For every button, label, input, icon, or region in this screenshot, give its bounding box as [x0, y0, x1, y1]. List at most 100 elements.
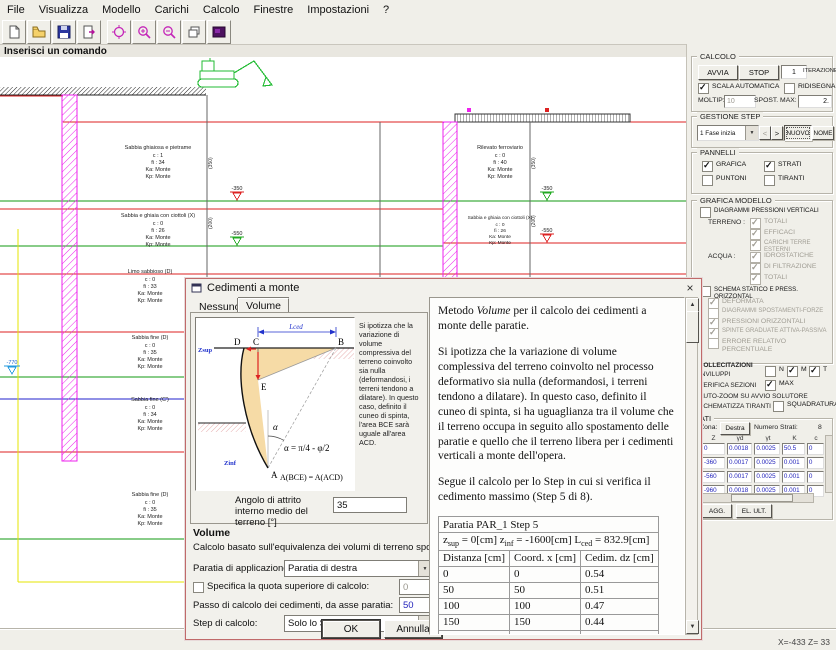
zinf-label: Zinf [224, 460, 237, 467]
table-caption: Paratia PAR_1 Step 5 [439, 517, 659, 533]
diagram-side-text: Si ipotizza che la variazione di volume … [359, 321, 423, 447]
layer-fi: fi : 33 [143, 284, 156, 290]
t-checkbox[interactable]: T [809, 366, 827, 377]
nuovo-button[interactable]: NUOVO [784, 125, 812, 141]
zoom-out-button[interactable] [157, 20, 181, 44]
render-image-button[interactable] [207, 20, 231, 44]
save-button[interactable] [52, 20, 76, 44]
m-checkbox[interactable]: M [787, 366, 807, 377]
menu-item[interactable]: Calcolo [196, 2, 247, 18]
strati-hscrollbar[interactable] [702, 493, 814, 503]
menu-item[interactable]: Finestre [247, 2, 301, 18]
verifica-sezioni-label: VERIFICA SEZIONI [699, 382, 756, 389]
layer-name: Sabbia fine (D) [132, 335, 169, 341]
level-marker-left-550: -550 [230, 231, 244, 245]
step-prev-button[interactable]: < [759, 126, 771, 140]
menu-item[interactable]: ? [376, 2, 396, 18]
layer-kp: Kp: Monte [137, 426, 162, 432]
n-checkbox[interactable]: N [765, 366, 784, 377]
chevron-down-icon[interactable]: ▼ [745, 126, 758, 140]
layer-c: c : 1 [153, 153, 163, 159]
moltip-field[interactable]: 10 [724, 95, 756, 108]
grafica-modello-title: GRAFICA MODELLO [697, 196, 775, 205]
strati-checkbox[interactable]: STRATI [764, 161, 802, 172]
cascade-windows-icon [186, 24, 202, 40]
step-next-button[interactable]: > [771, 126, 783, 140]
layer-c: c : 0 [495, 222, 504, 228]
point-c: C [253, 337, 259, 347]
angolo-label: Angolo di attrito interno medio del terr… [235, 495, 331, 528]
puntoni-checkbox[interactable]: PUNTONI [702, 175, 746, 186]
spost-max-field[interactable]: 2. [798, 95, 832, 108]
new-document-button[interactable] [2, 20, 26, 44]
open-button[interactable] [27, 20, 51, 44]
menu-item[interactable]: Visualizza [32, 2, 95, 18]
menu-item[interactable]: File [0, 2, 32, 18]
formula-area: A(BCE) = A(ACD) [280, 473, 343, 482]
layer-c: c : 0 [153, 221, 163, 227]
strati-row[interactable]: -560 0.0017 0.0025 0.001 0 [702, 471, 824, 483]
step-dropdown[interactable]: 1 Fase inizia▼ [697, 125, 759, 141]
dialog-scrollbar[interactable]: ▲ ▼ [685, 297, 698, 635]
strati-headers: Z γd γt K c [702, 435, 824, 442]
method-paragraph-2: Si ipotizza che la variazione di volume … [438, 345, 676, 465]
layer-fi: fi : 34 [151, 160, 164, 166]
squadratura-checkbox[interactable]: SQUADRATURA [773, 401, 836, 412]
grafica-checkbox[interactable]: GRAFICA [702, 161, 746, 172]
quota-checkbox[interactable]: Specifica la quota superiore di calcolo: [193, 582, 369, 593]
zoom-in-button[interactable] [132, 20, 156, 44]
acqua-label: ACQUA : [708, 253, 736, 260]
pan-origin-button[interactable] [107, 20, 131, 44]
avvia-button[interactable]: AVVIA [698, 65, 738, 80]
nome-button[interactable]: NOME [812, 126, 834, 140]
idrostatiche-checkbox: IDROSTATICHE [750, 252, 814, 263]
layer-label-left-4: Sabbia fine (D) c : 0 fi : 35 Ka: Monte … [132, 335, 169, 370]
cascade-windows-button[interactable] [182, 20, 206, 44]
zona-button[interactable]: Destra [720, 422, 750, 435]
tiranti-checkbox[interactable]: TIRANTI [764, 175, 804, 186]
strati-vscrollbar[interactable] [825, 435, 833, 493]
svg-text:-350: -350 [541, 186, 552, 192]
inviluppi-label: INVILUPPI [699, 371, 730, 378]
menu-item[interactable]: Modello [95, 2, 148, 18]
auxiliary-lines [18, 229, 186, 582]
close-icon[interactable]: × [683, 281, 697, 295]
strati-row[interactable]: -360 0.0017 0.0025 0.001 0 [702, 457, 824, 469]
layer-kp: Kp: Monte [145, 242, 170, 248]
layer-ka: Ka: Monte [145, 235, 170, 241]
level-marker-right-350: -350 [540, 186, 554, 200]
layer-label-left-2: Sabbia e ghiaia con ciottoli (X) c : 0 f… [121, 213, 195, 248]
layer-ka: Ka: Monte [489, 234, 511, 240]
scrollbar-thumb[interactable] [686, 311, 699, 343]
max-checkbox[interactable]: MAX [765, 380, 794, 391]
table-row: 000.54 [439, 566, 659, 582]
dialog-titlebar[interactable]: Cedimenti a monte [186, 279, 701, 297]
el-ult-button[interactable]: EL. ULT. [736, 504, 772, 518]
menu-item[interactable]: Carichi [148, 2, 196, 18]
layer-name: Sabbia fine (D) [132, 492, 169, 498]
layer-c: c : 0 [145, 343, 155, 349]
new-document-icon [6, 24, 22, 40]
angolo-field[interactable]: 35 [333, 497, 407, 513]
layer-ka: Ka: Monte [145, 167, 170, 173]
excavator-drawing [198, 58, 272, 87]
level-marker-left-350: -350 [230, 186, 244, 200]
layer-c: c : 0 [145, 500, 155, 506]
strati-row[interactable]: 0 0.0018 0.0025 50.5 0 [702, 443, 824, 455]
stop-button[interactable]: STOP [739, 65, 779, 80]
paratia-label: Paratia di applicazione: [193, 563, 291, 574]
layer-ka: Ka: Monte [137, 419, 162, 425]
scroll-up-icon[interactable]: ▲ [686, 298, 699, 312]
scala-automatica-checkbox[interactable]: SCALA AUTOMATICA [698, 83, 779, 94]
calcolo-group: CALCOLO AVVIA STOP 1 ITERAZIONE SCALA AU… [691, 56, 833, 112]
scroll-down-icon[interactable]: ▼ [686, 620, 699, 634]
menu-item[interactable]: Impostazioni [300, 2, 376, 18]
agg-button[interactable]: AGG. [702, 504, 732, 518]
paratia-dropdown[interactable]: Paratia di destra▼ [284, 560, 432, 577]
dialog-icon [191, 283, 202, 294]
ridisegna-checkbox[interactable]: RIDISEGNA [784, 83, 835, 94]
layer-c: c : 0 [145, 405, 155, 411]
export-button[interactable] [77, 20, 101, 44]
ok-button[interactable]: OK [322, 620, 380, 638]
diagrammi-pressioni-checkbox[interactable]: DIAGRAMMI PRESSIONI VERTICALI [700, 207, 819, 218]
